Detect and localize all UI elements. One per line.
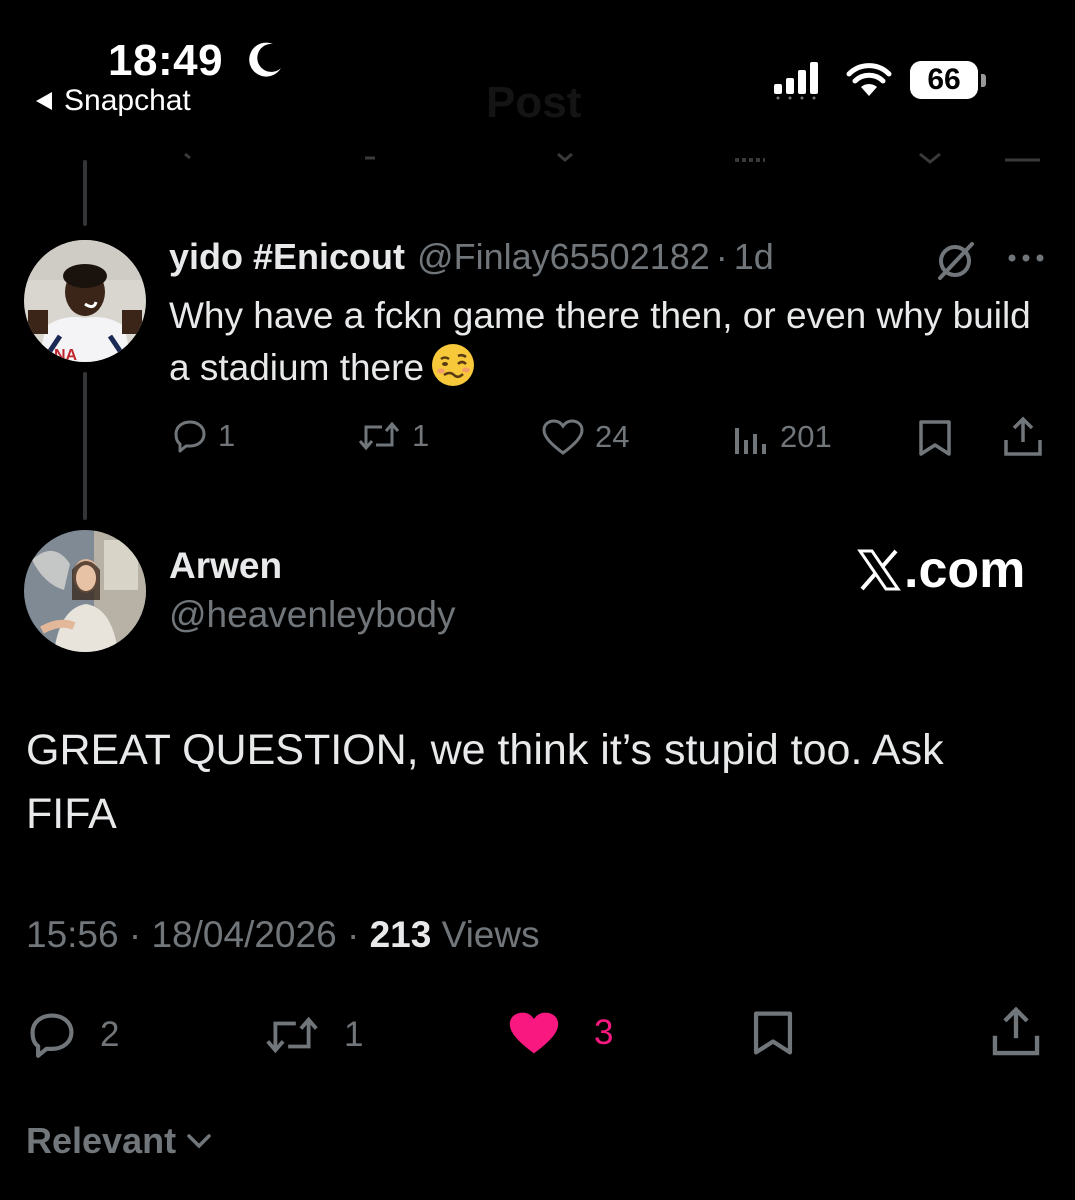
repost-count: 1 [412, 418, 430, 453]
wifi-icon [846, 63, 892, 96]
reply-action-reply[interactable]: 1 [172, 418, 235, 454]
status-time: 18:49 [108, 36, 224, 85]
more-options-icon[interactable] [1006, 250, 1046, 266]
battery-indicator: 66 [910, 61, 990, 101]
views-count: 201 [780, 419, 832, 454]
reply-action-views[interactable]: 201 [732, 418, 832, 456]
screen-title: Post [486, 78, 582, 127]
post-views-label: Views [441, 914, 540, 955]
post-date: 18/04/2026 [151, 914, 337, 955]
chevron-down-icon [187, 1134, 211, 1149]
heart-icon [542, 419, 584, 455]
post-action-reply[interactable]: 2 [26, 1010, 119, 1060]
x-com-watermark: .com [856, 540, 1025, 600]
reply-action-repost[interactable]: 1 [356, 418, 429, 454]
post-reply-count: 2 [100, 1015, 120, 1054]
post-action-like[interactable]: 3 [506, 1008, 613, 1058]
reply-action-like[interactable]: 24 [541, 418, 629, 456]
post-meta: 15:56 · 18/04/2026 · 213 Views [26, 914, 540, 955]
battery-level: 66 [927, 63, 961, 96]
reply-count: 1 [218, 418, 236, 453]
comment-icon [30, 1013, 74, 1058]
bookmark-icon[interactable] [916, 418, 954, 458]
back-triangle-icon [36, 92, 52, 110]
post-handle[interactable]: @heavenleybody [169, 594, 455, 636]
sort-dropdown[interactable]: Relevant [26, 1120, 212, 1162]
post-bookmark-icon[interactable] [750, 1008, 796, 1058]
post-time: 15:56 [26, 914, 119, 955]
comment-icon [174, 420, 206, 453]
avatar-post-user[interactable] [24, 530, 146, 652]
reply-header: yido #Enicout @Finlay65502182 · 1d [169, 236, 774, 278]
watermark-text: .com [904, 541, 1026, 599]
cellular-signal-icon [774, 62, 818, 100]
like-count: 24 [595, 419, 630, 454]
post-share-icon[interactable] [990, 1006, 1042, 1058]
back-app-label: Snapchat [64, 84, 191, 117]
repost-icon [266, 1016, 318, 1054]
moon-icon [249, 42, 281, 77]
post-action-repost[interactable]: 1 [262, 1012, 363, 1058]
reply-separator: · [715, 236, 728, 277]
post-views-count[interactable]: 213 [370, 914, 432, 955]
woozy-face-icon [432, 344, 475, 386]
reply-text: Why have a fckn game there then, or even… [169, 290, 1049, 394]
reply-body: Why have a fckn game there then, or even… [169, 295, 1031, 388]
views-bar-chart-icon [735, 428, 766, 454]
post-text: GREAT QUESTION, we think it’s stupid too… [26, 726, 944, 838]
grok-icon[interactable] [934, 240, 976, 282]
x-logo-icon [857, 549, 901, 591]
share-icon[interactable] [1002, 416, 1044, 458]
thread-line-top [83, 160, 87, 226]
repost-icon [358, 421, 400, 451]
sort-label: Relevant [26, 1120, 177, 1161]
back-to-app-link[interactable]: Snapchat [34, 84, 191, 118]
thread-line-bottom [83, 372, 87, 520]
heart-filled-icon [509, 1012, 559, 1054]
reply-timestamp[interactable]: 1d [734, 236, 774, 278]
reply-handle[interactable]: @Finlay65502182 [417, 236, 710, 278]
post-repost-count: 1 [344, 1015, 364, 1054]
svg-text:NA: NA [54, 347, 78, 362]
reply-display-name[interactable]: yido #Enicout [169, 236, 405, 278]
avatar-reply-user[interactable]: NA [24, 240, 146, 362]
clipped-previous-actions [184, 152, 1040, 164]
post-display-name[interactable]: Arwen [169, 545, 282, 587]
post-like-count: 3 [594, 1013, 614, 1052]
